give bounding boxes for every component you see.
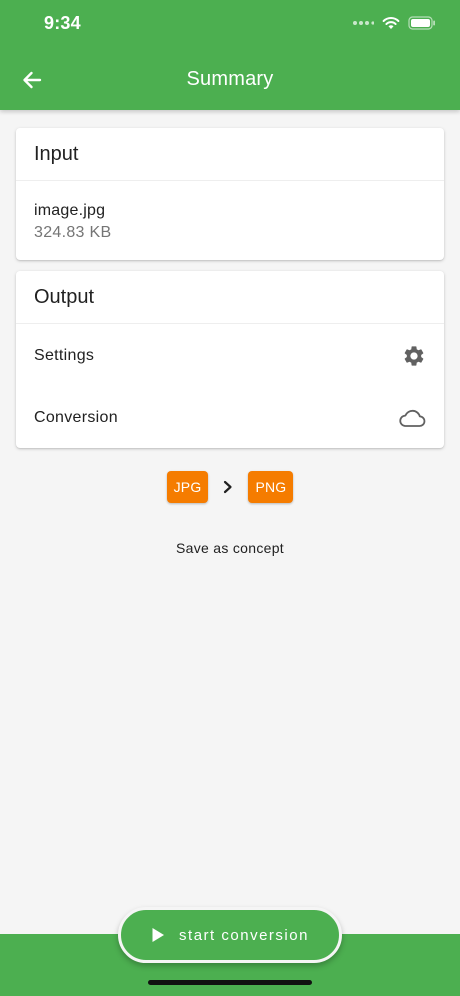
- play-icon: [152, 928, 165, 942]
- file-size: 324.83 KB: [34, 224, 112, 241]
- status-time: 9:34: [44, 13, 81, 33]
- wifi-icon: [382, 17, 400, 29]
- app-bar: 9:34 Summary: [0, 0, 460, 110]
- conversion-label: Conversion: [34, 409, 118, 426]
- format-conversion: JPG PNG: [0, 471, 460, 503]
- home-indicator: [148, 980, 312, 985]
- signal-dots-icon: [353, 21, 374, 25]
- battery-icon: [408, 16, 435, 30]
- start-conversion-button[interactable]: start conversion: [118, 907, 342, 963]
- page-title: Summary: [186, 68, 274, 90]
- gear-icon: [402, 344, 426, 368]
- settings-label: Settings: [34, 347, 95, 364]
- file-name: image.jpg: [34, 202, 106, 219]
- start-conversion-label: start conversion: [179, 926, 309, 944]
- cloud-icon: [398, 407, 426, 429]
- output-card: Output Settings Conversion: [16, 271, 444, 448]
- source-format-badge: JPG: [166, 471, 209, 503]
- status-icons: [352, 16, 436, 30]
- conversion-row[interactable]: Conversion: [16, 387, 444, 449]
- target-format-badge: PNG: [248, 471, 294, 503]
- input-card: Input image.jpg 324.83 KB: [16, 128, 444, 260]
- output-card-header: Output: [16, 271, 444, 324]
- settings-row[interactable]: Settings: [16, 325, 444, 387]
- chevron-right-icon: [224, 480, 233, 494]
- input-card-header: Input: [16, 128, 444, 181]
- save-as-concept-button[interactable]: Save as concept: [0, 540, 460, 556]
